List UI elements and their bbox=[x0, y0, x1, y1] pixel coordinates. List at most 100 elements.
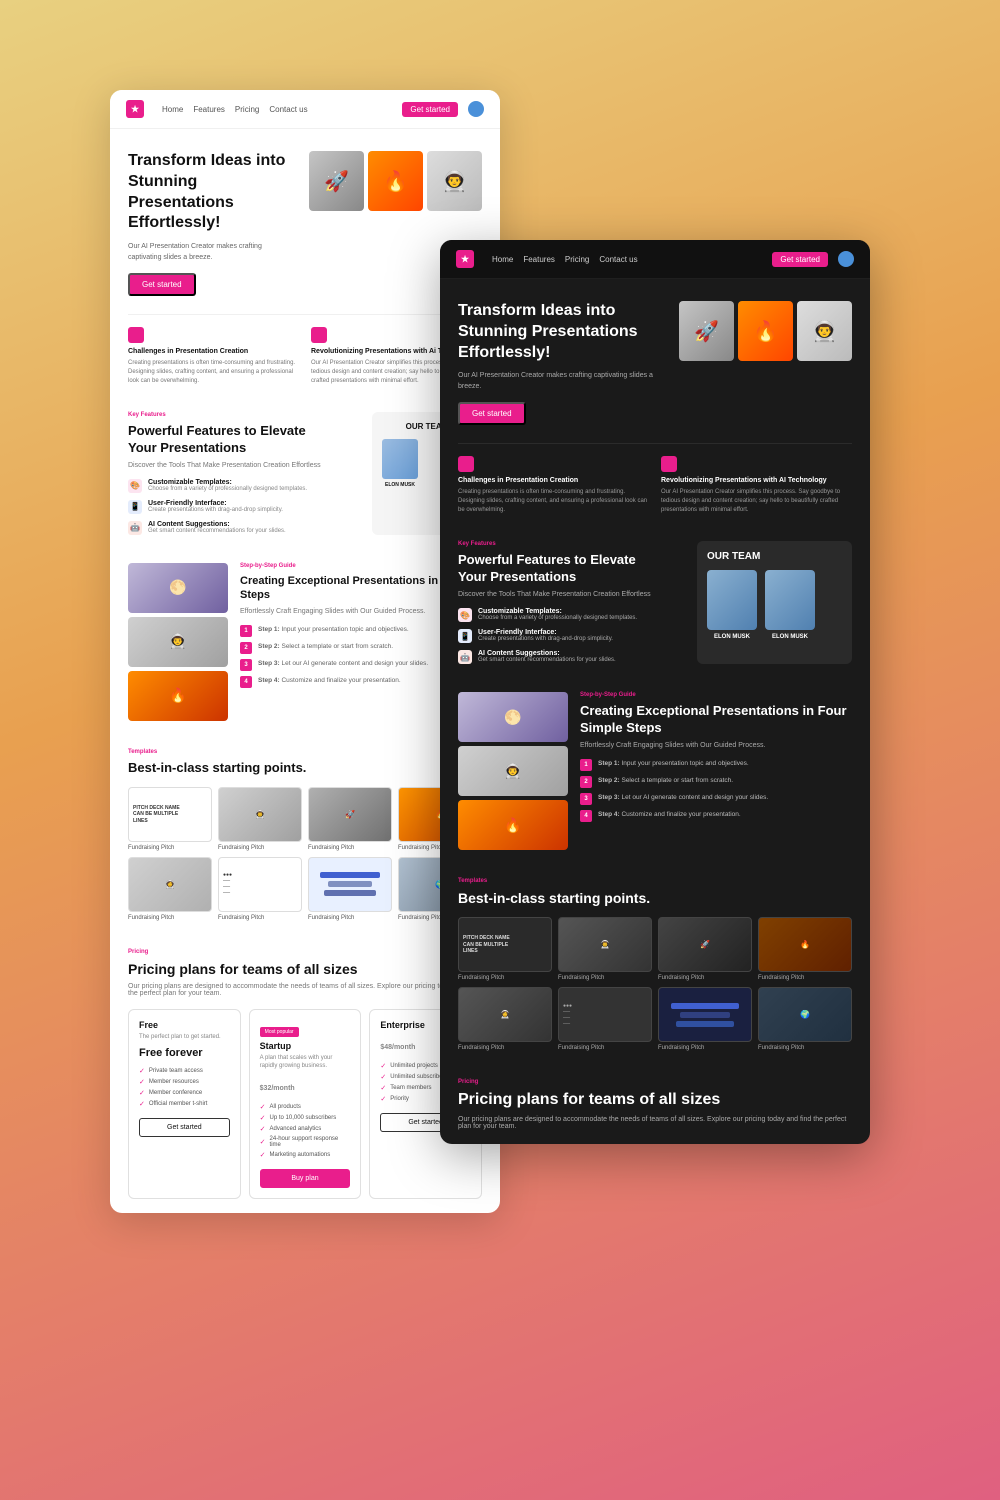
pricing-plan-free: Free The perfect plan to get started. Fr… bbox=[128, 1009, 241, 1199]
template-item-dark-5[interactable]: 👩‍🚀 Fundraising Pitch bbox=[458, 987, 552, 1051]
template-item-dark-3[interactable]: 🚀 Fundraising Pitch bbox=[658, 917, 752, 981]
team-member-dark-1: ELON MUSK bbox=[707, 570, 757, 640]
feature-name-1: Customizable Templates: bbox=[148, 479, 307, 486]
feature-startup-5: ✓Marketing automations bbox=[260, 1151, 351, 1159]
template-grid: PITCH DECK NAMECAN BE MULTIPLELINES Fund… bbox=[128, 787, 482, 921]
template-grid-dark: PITCH DECK NAMECAN BE MULTIPLELINES Fund… bbox=[458, 917, 852, 1051]
nav-contact-dark[interactable]: Contact us bbox=[599, 255, 637, 264]
template-label-dark-5: Fundraising Pitch bbox=[458, 1045, 552, 1051]
team-avatar-dark-2 bbox=[765, 570, 815, 630]
nav-home[interactable]: Home bbox=[162, 105, 183, 114]
hero-image-astronaut: 👨‍🚀 bbox=[427, 151, 482, 211]
hero-cta-button[interactable]: Get started bbox=[128, 273, 196, 296]
problem-card-dark-2: Revolutionizing Presentations with AI Te… bbox=[661, 456, 852, 515]
logo-icon-dark[interactable]: ★ bbox=[456, 250, 474, 268]
problem-icon-2 bbox=[311, 327, 327, 343]
template-thumb-7 bbox=[308, 857, 392, 912]
feature-startup-4: ✓24-hour support response time bbox=[260, 1136, 351, 1148]
team-member-dark-2: ELON MUSK bbox=[765, 570, 815, 640]
template-label-dark-8: Fundraising Pitch bbox=[758, 1045, 852, 1051]
template-item-dark-4[interactable]: 🔥 Fundraising Pitch bbox=[758, 917, 852, 981]
template-label-2: Fundraising Pitch bbox=[218, 845, 302, 851]
template-item-dark-6[interactable]: ●●●────── Fundraising Pitch bbox=[558, 987, 652, 1051]
step-item-dark-4: 4 Step 4: Customize and finalize your pr… bbox=[580, 810, 852, 822]
hero-images-dark: 🚀 🔥 👨‍🚀 bbox=[679, 301, 852, 361]
step-num-4: 4 bbox=[240, 676, 252, 688]
plan-cta-startup[interactable]: Buy plan bbox=[260, 1169, 351, 1188]
features-title-dark: Powerful Features to Elevate Your Presen… bbox=[458, 552, 685, 586]
feature-free-2: ✓Member resources bbox=[139, 1078, 230, 1086]
feature-desc-dark-3: Get smart content recommendations for yo… bbox=[478, 657, 616, 663]
nav-pricing-dark[interactable]: Pricing bbox=[565, 255, 589, 264]
template-thumb-3: 🚀 bbox=[308, 787, 392, 842]
plan-desc-startup: A plan that scales with your rapidly gro… bbox=[260, 1054, 351, 1071]
user-avatar-dark bbox=[838, 251, 854, 267]
nav-features[interactable]: Features bbox=[193, 105, 225, 114]
dark-card: ★ Home Features Pricing Contact us Get s… bbox=[440, 240, 870, 1144]
step-num-3: 3 bbox=[240, 659, 252, 671]
nav-home-dark[interactable]: Home bbox=[492, 255, 513, 264]
problem-icon-1 bbox=[128, 327, 144, 343]
nav-cta-button[interactable]: Get started bbox=[402, 102, 458, 117]
template-label-dark-1: Fundraising Pitch bbox=[458, 975, 552, 981]
template-label-5: Fundraising Pitch bbox=[128, 915, 212, 921]
template-thumb-dark-8: 🌍 bbox=[758, 987, 852, 1042]
nav-pricing[interactable]: Pricing bbox=[235, 105, 259, 114]
team-members-dark: ELON MUSK ELON MUSK bbox=[707, 570, 842, 640]
template-item-6[interactable]: ●●●────── Fundraising Pitch bbox=[218, 857, 302, 921]
template-label-6: Fundraising Pitch bbox=[218, 915, 302, 921]
navbar-light: ★ Home Features Pricing Contact us Get s… bbox=[110, 90, 500, 129]
feature-list-dark: 🎨 Customizable Templates: Choose from a … bbox=[458, 608, 685, 664]
template-thumb-6: ●●●────── bbox=[218, 857, 302, 912]
template-thumb-2: 👨‍🚀 bbox=[218, 787, 302, 842]
pricing-subtitle: Our pricing plans are designed to accomm… bbox=[128, 983, 482, 997]
template-label-dark-6: Fundraising Pitch bbox=[558, 1045, 652, 1051]
template-item-dark-2[interactable]: 👨‍🚀 Fundraising Pitch bbox=[558, 917, 652, 981]
hero-cta-button-dark[interactable]: Get started bbox=[458, 402, 526, 425]
step-image-moon-dark: 🌕 bbox=[458, 692, 568, 742]
problem-title-1: Challenges in Presentation Creation bbox=[128, 348, 299, 355]
problem-icon-dark-2 bbox=[661, 456, 677, 472]
nav-contact[interactable]: Contact us bbox=[269, 105, 307, 114]
template-item-1[interactable]: PITCH DECK NAMECAN BE MULTIPLELINES Fund… bbox=[128, 787, 212, 851]
hero-section-dark: Transform Ideas into Stunning Presentati… bbox=[440, 279, 870, 443]
feature-name-dark-2: User-Friendly Interface: bbox=[478, 629, 613, 636]
feature-name-dark-3: AI Content Suggestions: bbox=[478, 650, 616, 657]
template-item-dark-7[interactable]: Fundraising Pitch bbox=[658, 987, 752, 1051]
step-text-dark-4: Step 4: Customize and finalize your pres… bbox=[598, 810, 741, 820]
template-thumb-dark-7 bbox=[658, 987, 752, 1042]
team-card-dark: OUR TEAM ELON MUSK ELON MUSK bbox=[697, 541, 852, 664]
feature-free-4: ✓Official member t-shirt bbox=[139, 1100, 230, 1108]
hero-images: 🚀 🔥 👨‍🚀 bbox=[309, 151, 482, 211]
pricing-title: Pricing plans for teams of all sizes bbox=[128, 960, 482, 978]
template-item-5[interactable]: 👩‍🚀 Fundraising Pitch bbox=[128, 857, 212, 921]
nav-cta-button-dark[interactable]: Get started bbox=[772, 252, 828, 267]
template-label-7: Fundraising Pitch bbox=[308, 915, 392, 921]
logo-icon[interactable]: ★ bbox=[126, 100, 144, 118]
feature-name-dark-1: Customizable Templates: bbox=[478, 608, 637, 615]
feature-startup-1: ✓All products bbox=[260, 1103, 351, 1111]
hero-image-fire-dark: 🔥 bbox=[738, 301, 793, 361]
team-name-dark-2: ELON MUSK bbox=[765, 634, 815, 640]
step-num-2: 2 bbox=[240, 642, 252, 654]
feature-item-dark-3: 🤖 AI Content Suggestions: Get smart cont… bbox=[458, 650, 685, 664]
template-label-3: Fundraising Pitch bbox=[308, 845, 392, 851]
template-item-7[interactable]: Fundraising Pitch bbox=[308, 857, 392, 921]
problems-section-dark: Challenges in Presentation Creation Crea… bbox=[440, 444, 870, 527]
plan-cta-free[interactable]: Get started bbox=[139, 1118, 230, 1137]
step-text-1: Step 1: Input your presentation topic an… bbox=[258, 625, 409, 635]
steps-title-dark: Creating Exceptional Presentations in Fo… bbox=[580, 703, 852, 737]
feature-desc-1: Choose from a variety of professionally … bbox=[148, 486, 307, 492]
hero-image-astronaut-dark: 👨‍🚀 bbox=[797, 301, 852, 361]
template-item-2[interactable]: 👨‍🚀 Fundraising Pitch bbox=[218, 787, 302, 851]
nav-features-dark[interactable]: Features bbox=[523, 255, 555, 264]
template-item-dark-1[interactable]: PITCH DECK NAMECAN BE MULTIPLELINES Fund… bbox=[458, 917, 552, 981]
problem-icon-dark-1 bbox=[458, 456, 474, 472]
step-text-4: Step 4: Customize and finalize your pres… bbox=[258, 676, 401, 686]
nav-links-dark: Home Features Pricing Contact us bbox=[492, 255, 762, 264]
templates-title-dark: Best-in-class starting points. bbox=[458, 889, 852, 907]
template-item-dark-8[interactable]: 🌍 Fundraising Pitch bbox=[758, 987, 852, 1051]
template-item-3[interactable]: 🚀 Fundraising Pitch bbox=[308, 787, 392, 851]
feature-startup-2: ✓Up to 10,000 subscribers bbox=[260, 1114, 351, 1122]
step-num-dark-1: 1 bbox=[580, 759, 592, 771]
